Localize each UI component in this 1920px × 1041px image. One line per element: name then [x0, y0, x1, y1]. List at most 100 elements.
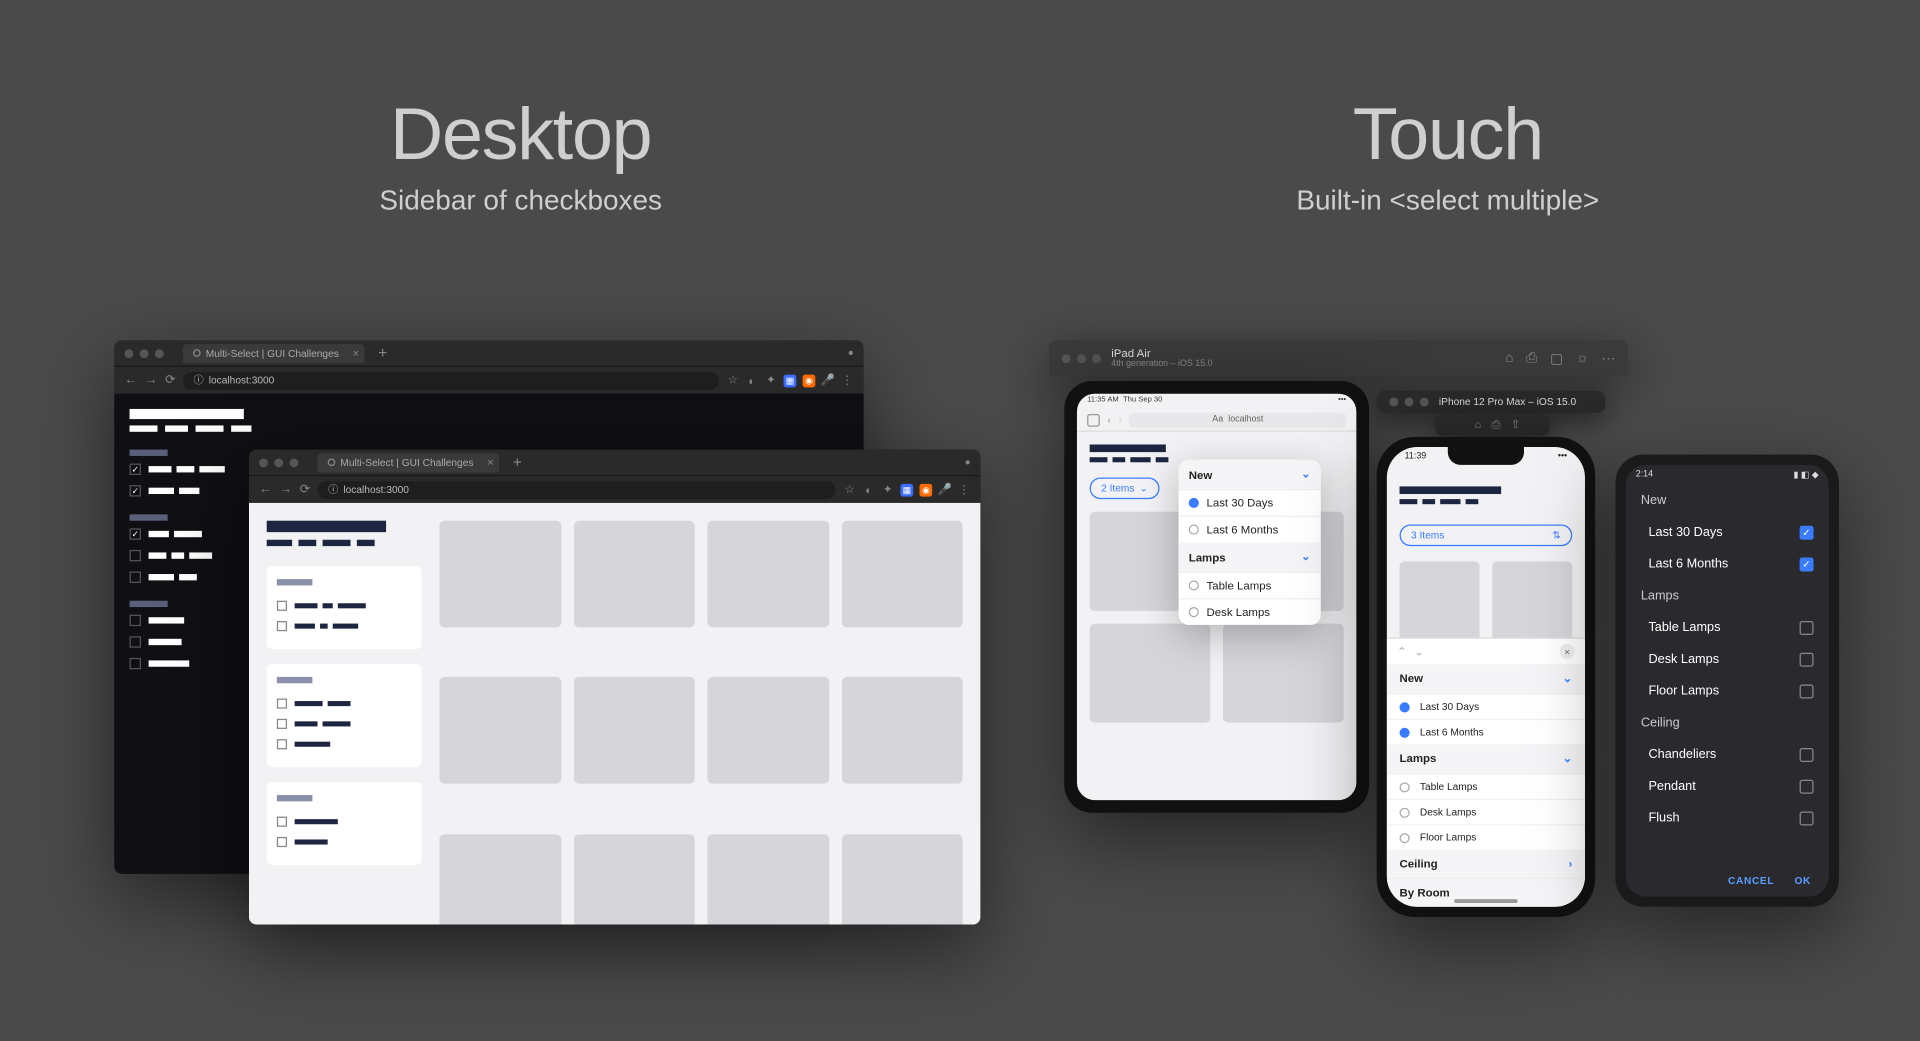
window-controls[interactable] [1062, 354, 1101, 363]
filter-checkbox-row[interactable] [277, 693, 412, 713]
filter-checkbox-row[interactable] [277, 734, 412, 754]
grid-item[interactable] [439, 834, 560, 925]
grid-item[interactable] [841, 521, 962, 628]
chevron-down-icon[interactable]: ⌄ [1563, 672, 1573, 686]
select-option[interactable]: Last 6 Months [1387, 719, 1585, 744]
cancel-button[interactable]: CANCEL [1728, 875, 1774, 886]
url-input[interactable]: Aalocalhost [1129, 412, 1346, 427]
menu-icon[interactable]: ⋮ [841, 374, 854, 387]
forward-icon[interactable]: → [145, 373, 158, 387]
select-dialog[interactable]: New Last 30 Days✓ Last 6 Months✓ Lamps T… [1626, 485, 1829, 865]
browser-tab[interactable]: Multi-Select | GUI Challenges× [318, 453, 499, 472]
home-indicator[interactable] [1454, 899, 1518, 903]
url-input[interactable]: ⓘlocalhost:3000 [318, 481, 836, 499]
forward-icon[interactable]: → [279, 483, 292, 497]
mic-icon[interactable]: 🎤 [939, 483, 952, 496]
back-icon[interactable]: ← [124, 373, 137, 387]
grid-item[interactable] [1223, 624, 1344, 723]
share-icon[interactable]: ⇧ [1511, 418, 1521, 432]
more-icon[interactable]: ⋯ [1601, 350, 1615, 367]
close-icon[interactable]: × [352, 347, 359, 360]
sidebar-toggle-icon[interactable] [1087, 413, 1100, 426]
select-option[interactable]: Last 30 Days [1387, 693, 1585, 718]
select-option[interactable]: Chandeliers [1626, 739, 1829, 771]
select-option[interactable]: Flush [1626, 803, 1829, 835]
chevron-down-icon[interactable]: ⌄ [1301, 467, 1311, 481]
reload-icon[interactable]: ⟳ [300, 483, 311, 497]
select-option[interactable]: Last 30 Days [1179, 489, 1321, 516]
screenshot-icon[interactable]: ⎙ [1526, 350, 1537, 367]
grid-item[interactable] [573, 521, 694, 628]
chevron-down-icon[interactable]: ⌄ [1563, 752, 1573, 766]
rotate-icon[interactable]: ▢ [1550, 350, 1563, 367]
ext2-icon[interactable]: ◉ [919, 483, 932, 496]
grid-item[interactable] [439, 677, 560, 784]
url-input[interactable]: ⓘlocalhost:3000 [183, 371, 718, 389]
window-controls[interactable] [1389, 398, 1428, 407]
window-controls[interactable] [259, 458, 298, 467]
select-option[interactable]: Pendant [1626, 771, 1829, 803]
window-controls[interactable] [124, 349, 163, 358]
grid-item[interactable] [707, 521, 828, 628]
select-option[interactable]: Desk Lamps [1626, 644, 1829, 676]
grid-item[interactable] [439, 521, 560, 628]
select-option[interactable]: Table Lamps [1626, 612, 1829, 644]
select-option[interactable]: Desk Lamps [1179, 598, 1321, 625]
star-icon[interactable]: ☆ [726, 374, 739, 387]
back-icon[interactable]: ← [259, 483, 272, 497]
grid-item[interactable] [1400, 561, 1480, 645]
filter-checkbox-row[interactable] [277, 812, 412, 832]
select-option[interactable]: Desk Lamps [1387, 799, 1585, 824]
select-option[interactable]: Table Lamps [1179, 572, 1321, 599]
ext2-icon[interactable]: ◉ [803, 374, 816, 387]
chevron-down-icon[interactable]: ⌄ [1301, 550, 1311, 564]
home-icon[interactable]: ⌂ [1505, 350, 1513, 367]
up-icon[interactable]: ⌃ [1397, 645, 1407, 659]
more-icon[interactable]: • [965, 453, 970, 471]
ok-button[interactable]: OK [1795, 875, 1812, 886]
grid-item[interactable] [841, 677, 962, 784]
select-option[interactable]: Floor Lamps [1387, 824, 1585, 849]
moon-icon[interactable]: ◐ [745, 374, 758, 387]
new-tab-button[interactable]: + [378, 344, 387, 362]
down-icon[interactable]: ⌄ [1414, 645, 1424, 659]
menu-icon[interactable]: ⋮ [958, 483, 971, 496]
more-icon[interactable]: • [848, 344, 853, 362]
close-icon[interactable]: × [487, 456, 494, 469]
puzzle-icon[interactable]: ✦ [765, 374, 778, 387]
mic-icon[interactable]: 🎤 [822, 374, 835, 387]
screenshot-icon[interactable]: ⎙ [1491, 418, 1500, 432]
grid-item[interactable] [573, 677, 694, 784]
filter-checkbox-row[interactable] [277, 596, 412, 616]
grid-item[interactable] [573, 834, 694, 925]
back-icon[interactable]: ‹ [1107, 414, 1110, 425]
chevron-right-icon[interactable]: › [1568, 857, 1572, 870]
reload-icon[interactable]: ⟳ [165, 373, 176, 387]
filter-pill[interactable]: 2 Items⌄ [1090, 478, 1160, 500]
select-option[interactable]: Last 6 Months [1179, 516, 1321, 543]
puzzle-icon[interactable]: ✦ [881, 483, 894, 496]
select-popover[interactable]: New⌄ Last 30 Days Last 6 Months Lamps⌄ T… [1179, 460, 1321, 625]
filter-checkbox-row[interactable] [277, 832, 412, 852]
filter-checkbox-row[interactable] [277, 714, 412, 734]
ext-icon[interactable]: ▦ [900, 483, 913, 496]
select-option[interactable]: Table Lamps [1387, 773, 1585, 798]
ext-icon[interactable]: ▦ [784, 374, 797, 387]
star-icon[interactable]: ☆ [843, 483, 856, 496]
select-option[interactable]: Floor Lamps [1626, 676, 1829, 708]
filter-checkbox-row[interactable] [277, 616, 412, 636]
select-option[interactable]: Last 6 Months✓ [1626, 549, 1829, 581]
grid-item[interactable] [1090, 624, 1211, 723]
grid-item[interactable] [707, 834, 828, 925]
grid-item[interactable] [707, 677, 828, 784]
filter-pill[interactable]: 3 Items⇅ [1400, 525, 1573, 547]
grid-item[interactable] [1492, 561, 1572, 645]
select-sheet[interactable]: ⌃⌄× New⌄ Last 30 Days Last 6 Months Lamp… [1387, 638, 1585, 907]
home-icon[interactable]: ⌂ [1474, 418, 1481, 432]
browser-tab[interactable]: Multi-Select | GUI Challenges× [183, 344, 364, 363]
settings-icon[interactable]: ☼ [1576, 350, 1589, 367]
new-tab-button[interactable]: + [513, 453, 522, 471]
moon-icon[interactable]: ◐ [862, 483, 875, 496]
grid-item[interactable] [841, 834, 962, 925]
select-option[interactable]: Last 30 Days✓ [1626, 517, 1829, 549]
